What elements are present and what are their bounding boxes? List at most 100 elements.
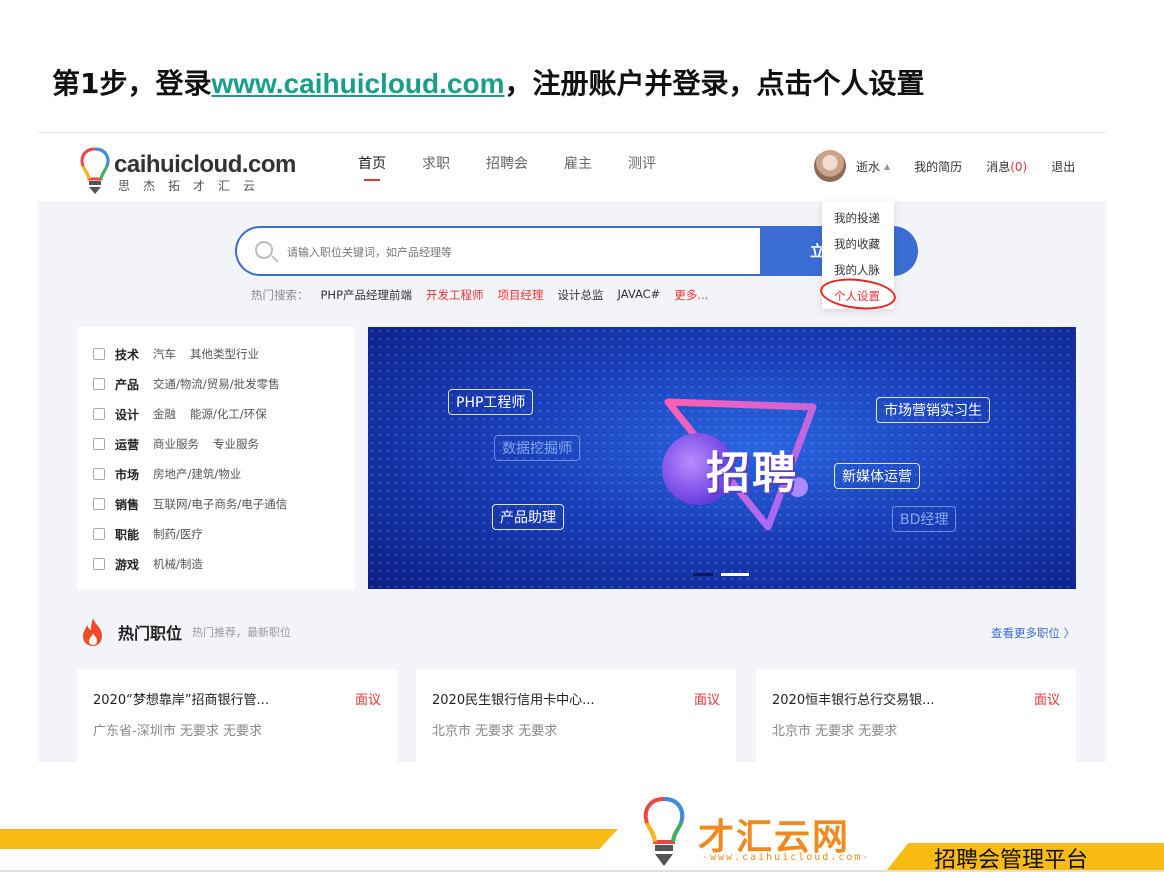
category-icon — [93, 408, 105, 420]
job-meta: 广东省-深圳市 无要求 无要求 — [93, 724, 262, 739]
category-name: 产品 — [115, 377, 140, 392]
main-nav: 首页 求职 招聘会 雇主 测评 — [358, 153, 692, 181]
job-salary: 面议 — [693, 693, 720, 708]
category-sub[interactable]: 交通/物流/贸易/批发零售 — [153, 376, 280, 392]
logout-link[interactable]: 退出 — [1051, 158, 1075, 175]
user-area: 逝水 ▲ 我的简历 消息(0) 退出 — [814, 149, 1075, 183]
hot-jobs-title: 热门职位 — [118, 624, 183, 643]
hot-keyword-more[interactable]: 更多... — [674, 287, 708, 303]
job-card[interactable]: 2020恒丰银行总行交易银... 面议 北京市 无要求 无要求 — [756, 669, 1076, 762]
category-name: 销售 — [115, 497, 140, 512]
hot-jobs-header: 热门职位 热门推荐，最新职位 — [80, 617, 291, 647]
footer-url: -www.caihuicloud.com- — [702, 852, 871, 863]
brand-subtitle: 思杰拓才汇云 — [118, 179, 269, 193]
category-name: 技术 — [115, 347, 140, 362]
carousel-dot-active[interactable] — [721, 573, 749, 576]
hot-jobs-subtitle: 热门推荐，最新职位 — [192, 626, 292, 639]
messages-label: 消息 — [986, 159, 1011, 174]
nav-job-fair[interactable]: 招聘会 — [486, 153, 528, 173]
job-title: 2020民生银行信用卡中心... — [432, 693, 595, 708]
banner-tag: 数据挖掘师 — [494, 435, 580, 461]
nav-assessment[interactable]: 测评 — [628, 153, 656, 173]
site-logo[interactable]: caihuicloud.com 思杰拓才汇云 — [78, 147, 296, 195]
banner-tag: PHP工程师 — [448, 389, 534, 415]
job-meta: 北京市 无要求 无要求 — [432, 724, 558, 739]
category-icon — [93, 528, 105, 540]
hot-keyword[interactable]: 开发工程师 — [426, 287, 484, 303]
category-sub[interactable]: 机械/制造 — [153, 556, 203, 572]
banner-tag: 市场营销实习生 — [876, 397, 990, 423]
slide-title: 第1步，登录www.caihuicloud.com，注册账户并登录，点击个人设置 — [52, 62, 925, 102]
job-card[interactable]: 2020“梦想靠岸”招商银行管... 面议 广东省-深圳市 无要求 无要求 — [77, 669, 397, 762]
category-row[interactable]: 市场 房地产/建筑/物业 — [93, 459, 355, 489]
job-meta: 北京市 无要求 无要求 — [772, 724, 898, 739]
hot-keyword[interactable]: JAVAC# — [618, 287, 661, 303]
banner-headline: 招聘 — [706, 448, 798, 499]
messages-count: (0) — [1010, 159, 1028, 174]
category-sub[interactable]: 其他类型行业 — [190, 346, 259, 362]
footer-logo: 才汇云网 -www.caihuicloud.com- — [640, 796, 880, 870]
category-icon — [93, 348, 105, 360]
category-icon — [93, 558, 105, 570]
carousel-dot[interactable] — [693, 573, 713, 576]
category-sub[interactable]: 互联网/电子商务/电子通信 — [153, 496, 287, 512]
nav-job-search[interactable]: 求职 — [422, 153, 450, 173]
banner-tag: 产品助理 — [492, 504, 564, 530]
banner-tag: 新媒体运营 — [834, 463, 920, 489]
hot-search-label: 热门搜索： — [251, 288, 309, 302]
category-sub[interactable]: 制药/医疗 — [153, 526, 203, 542]
site-url-link[interactable]: www.caihuicloud.com — [211, 68, 504, 99]
category-icon — [93, 438, 105, 450]
category-name: 市场 — [115, 467, 140, 482]
hot-search: 热门搜索： PHP产品经理前端 开发工程师 项目经理 设计总监 JAVAC# 更… — [251, 287, 708, 303]
job-card[interactable]: 2020民生银行信用卡中心... 面议 北京市 无要求 无要求 — [416, 669, 736, 762]
job-salary: 面议 — [1033, 693, 1060, 708]
search-input[interactable] — [287, 242, 727, 262]
slide-title-suffix: ，注册账户并登录，点击个人设置 — [504, 67, 925, 100]
category-row[interactable]: 产品 交通/物流/贸易/批发零售 — [93, 369, 355, 399]
category-row[interactable]: 技术 汽车 其他类型行业 — [93, 339, 355, 369]
category-row[interactable]: 职能 制药/医疗 — [93, 519, 355, 549]
footer-platform-title: 招聘会管理平台 — [934, 848, 1089, 873]
more-jobs-link[interactable]: 查看更多职位 〉 — [991, 625, 1075, 641]
category-row[interactable]: 销售 互联网/电子商务/电子通信 — [93, 489, 355, 519]
hero-banner[interactable]: 招聘 PHP工程师 数据挖掘师 产品助理 市场营销实习生 新媒体运营 BD经理 — [368, 327, 1076, 589]
site-header: caihuicloud.com 思杰拓才汇云 首页 求职 招聘会 雇主 测评 逝… — [38, 133, 1106, 201]
lightbulb-logo-icon — [643, 796, 685, 866]
job-title: 2020“梦想靠岸”招商银行管... — [93, 693, 269, 708]
category-sub[interactable]: 汽车 — [153, 346, 176, 362]
hot-keyword[interactable]: 项目经理 — [498, 287, 544, 303]
slide-title-prefix: 第1步，登录 — [52, 67, 212, 100]
avatar[interactable] — [814, 150, 846, 182]
hot-keyword[interactable]: PHP产品经理前端 — [321, 287, 413, 303]
job-title: 2020恒丰银行总行交易银... — [772, 693, 935, 708]
caret-up-icon[interactable]: ▲ — [884, 162, 890, 171]
my-resume-link[interactable]: 我的简历 — [914, 158, 962, 175]
nav-home[interactable]: 首页 — [358, 153, 386, 181]
fire-icon — [83, 618, 102, 646]
category-sub[interactable]: 专业服务 — [213, 436, 259, 452]
search-box — [235, 226, 763, 276]
hot-keyword[interactable]: 设计总监 — [558, 287, 604, 303]
category-sub[interactable]: 金融 — [153, 406, 176, 422]
nav-employers[interactable]: 雇主 — [564, 153, 592, 173]
category-name: 游戏 — [115, 557, 140, 572]
category-icon — [93, 468, 105, 480]
category-sub[interactable]: 商业服务 — [153, 436, 199, 452]
category-row[interactable]: 游戏 机械/制造 — [93, 549, 355, 579]
user-name[interactable]: 逝水 — [856, 158, 880, 175]
category-row[interactable]: 设计 金融 能源/化工/环保 — [93, 399, 355, 429]
category-icon — [93, 378, 105, 390]
category-sub[interactable]: 能源/化工/环保 — [190, 406, 267, 422]
menu-item-my-applications[interactable]: 我的投递 — [822, 205, 894, 231]
category-name: 运营 — [115, 437, 140, 452]
website-screenshot: caihuicloud.com 思杰拓才汇云 首页 求职 招聘会 雇主 测评 逝… — [38, 132, 1106, 762]
category-row[interactable]: 运营 商业服务 专业服务 — [93, 429, 355, 459]
category-name: 设计 — [115, 407, 140, 422]
carousel-indicators — [693, 573, 749, 576]
messages-link[interactable]: 消息(0) — [986, 158, 1027, 175]
search-icon — [255, 241, 273, 259]
category-sub[interactable]: 房地产/建筑/物业 — [153, 466, 241, 482]
category-name: 职能 — [115, 527, 140, 542]
menu-item-my-favorites[interactable]: 我的收藏 — [822, 231, 894, 257]
